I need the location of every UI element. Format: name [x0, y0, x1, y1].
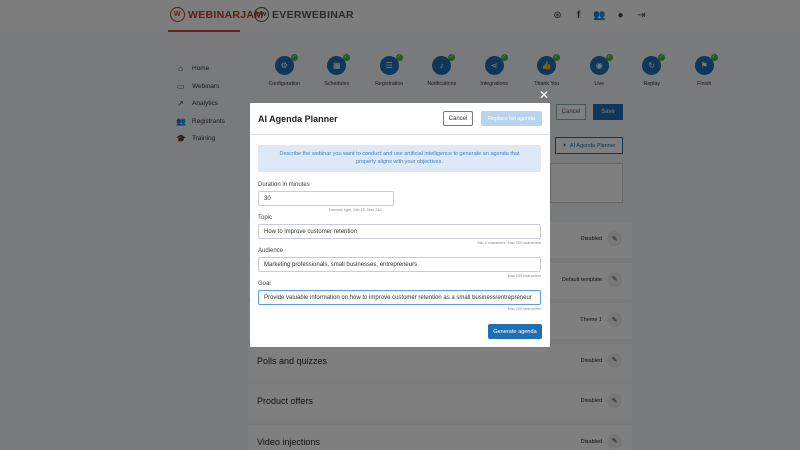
goal-hint: Max 200 characters: [507, 307, 541, 311]
replace-full-agenda-button[interactable]: Replace full agenda: [481, 111, 542, 126]
audience-hint: Max 100 characters: [507, 274, 541, 278]
topic-label: Topic: [258, 215, 273, 221]
modal-divider: [250, 134, 550, 135]
ai-agenda-planner-modal: AI Agenda Planner Cancel Replace full ag…: [250, 103, 550, 347]
goal-label: Goal: [258, 281, 271, 287]
duration-input[interactable]: 30: [258, 191, 394, 206]
duration-hint: Numeric type, Min 15, Max 240: [329, 208, 382, 212]
modal-cancel-button[interactable]: Cancel: [443, 111, 473, 126]
duration-label: Duration in minutes: [258, 182, 310, 188]
modal-title: AI Agenda Planner: [258, 114, 338, 124]
audience-label: Audience: [258, 248, 284, 254]
goal-input[interactable]: Provide valuable information on how to i…: [258, 290, 541, 305]
close-icon[interactable]: ✕: [539, 89, 549, 101]
info-text-line: properly aligns with your objectives.: [356, 159, 443, 165]
info-banner: Describe the webinar you want to conduct…: [258, 145, 541, 172]
topic-hint: Min 3 characters, Max 100 characters: [477, 241, 541, 245]
info-text-line: Describe the webinar you want to conduct…: [279, 151, 520, 157]
audience-input[interactable]: Marketing professionals, small businesse…: [258, 257, 541, 272]
generate-agenda-button[interactable]: Generate agenda: [488, 324, 542, 339]
topic-input[interactable]: How to improve customer retention: [258, 224, 541, 239]
